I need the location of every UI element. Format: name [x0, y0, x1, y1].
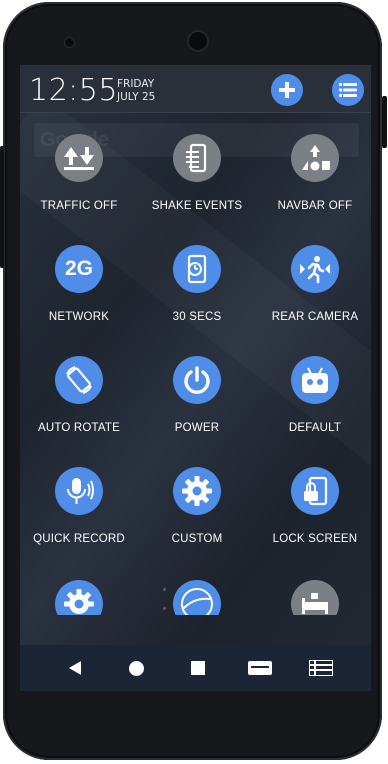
- toggle-network[interactable]: 2G NETWORK: [21, 245, 137, 341]
- recents-square-icon: [191, 661, 205, 675]
- weekday: FRIDAY: [117, 78, 155, 90]
- toggle-auto-rotate[interactable]: AUTO ROTATE: [21, 356, 137, 452]
- toggle-label: REAR CAMERA: [271, 311, 359, 323]
- navbar-shapes-icon: [291, 134, 339, 182]
- toggle-label: 30 SECS: [172, 311, 222, 323]
- back-triangle-icon: [69, 661, 81, 675]
- list-icon: [339, 83, 357, 97]
- clock: 12:55: [29, 73, 118, 108]
- toggle-custom[interactable]: CUSTOM: [139, 467, 255, 563]
- partial-toggle-row: [20, 580, 371, 615]
- list-panel-icon: [309, 660, 333, 676]
- toggle-label: CUSTOM: [171, 533, 223, 545]
- auto-rotate-icon: [55, 356, 103, 404]
- toggle-rear-camera[interactable]: REAR CAMERA: [257, 245, 371, 341]
- toggle-quick-record[interactable]: QUICK RECORD: [21, 467, 137, 563]
- toggle-ball[interactable]: [139, 580, 255, 615]
- toggle-settings[interactable]: [21, 580, 137, 615]
- toggle-traffic[interactable]: TRAFFIC OFF: [21, 134, 137, 230]
- network-badge: 2G: [64, 257, 93, 280]
- toggle-label: LOCK SCREEN: [272, 533, 358, 545]
- add-toggle-button[interactable]: [271, 74, 303, 106]
- toggle-sleep[interactable]: [257, 580, 371, 615]
- running-person-camera-icon: [291, 245, 339, 293]
- toggle-label: SHAKE EVENTS: [151, 200, 243, 212]
- toggle-default[interactable]: DEFAULT: [257, 356, 371, 452]
- panel-header: 12:55 FRIDAY JULY 25: [20, 65, 371, 113]
- traffic-arrows-icon: [55, 134, 103, 182]
- microphone-icon: [55, 467, 103, 515]
- toggle-label: QUICK RECORD: [33, 533, 125, 545]
- recents-button[interactable]: [178, 645, 218, 691]
- lock-screen-icon: [291, 467, 339, 515]
- navigation-bar: [20, 645, 371, 691]
- menu-button[interactable]: [240, 645, 280, 691]
- toggle-power[interactable]: POWER: [139, 356, 255, 452]
- toggle-navbar[interactable]: NAVBAR OFF: [257, 134, 371, 230]
- toggle-label: TRAFFIC OFF: [40, 200, 118, 212]
- toggle-label: DEFAULT: [288, 422, 342, 434]
- screen: Google 12:55 FRIDAY JULY 25: [20, 65, 371, 691]
- toggle-label: NETWORK: [48, 311, 110, 323]
- power-key: [382, 96, 387, 148]
- menu-bar-icon: [248, 661, 272, 675]
- list-panel-button[interactable]: [301, 645, 341, 691]
- android-robot-icon: [291, 356, 339, 404]
- back-button[interactable]: [55, 645, 95, 691]
- gear-icon: [173, 467, 221, 515]
- toggle-label: NAVBAR OFF: [277, 200, 353, 212]
- toggle-screen-timeout[interactable]: 30 SECS: [139, 245, 255, 341]
- toggle-lock-screen[interactable]: LOCK SCREEN: [257, 467, 371, 563]
- home-button[interactable]: [116, 645, 156, 691]
- plus-icon: [279, 82, 295, 98]
- toggle-label: AUTO ROTATE: [37, 422, 121, 434]
- menu-list-button[interactable]: [332, 74, 364, 106]
- phone-frame: Google 12:55 FRIDAY JULY 25: [3, 2, 382, 760]
- settings-gear-icon: [55, 580, 103, 615]
- power-icon: [173, 356, 221, 404]
- date: JULY 25: [117, 91, 156, 103]
- date-block: FRIDAY JULY 25: [117, 78, 155, 104]
- sensor-dot: [65, 38, 74, 47]
- volume-key: [0, 146, 4, 268]
- shake-list-icon: [173, 134, 221, 182]
- front-camera: [189, 32, 207, 50]
- toggle-label: POWER: [174, 422, 220, 434]
- sleep-bed-icon: [291, 580, 339, 615]
- 2g-network-icon: 2G: [55, 245, 103, 293]
- home-circle-icon: [128, 660, 144, 676]
- ball-icon: [173, 580, 221, 615]
- screen-timeout-icon: [173, 245, 221, 293]
- toggle-shake-events[interactable]: SHAKE EVENTS: [139, 134, 255, 230]
